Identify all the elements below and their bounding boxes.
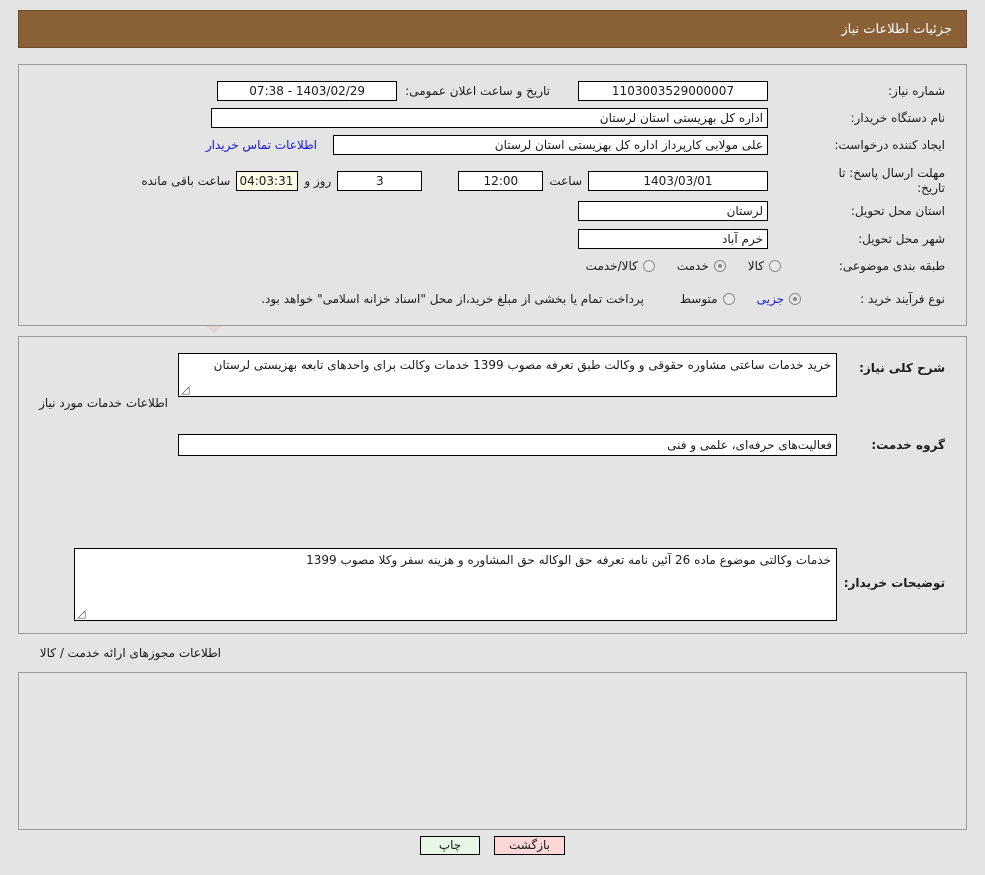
page-header-bar: جزئیات اطلاعات نیاز [18, 10, 967, 48]
category-label-goods: کالا [747, 259, 764, 273]
summary-text: خرید خدمات ساعتی مشاوره حقوقی و وکالت طب… [213, 358, 831, 372]
request-creator-field[interactable]: علی مولایی کارپرداز اداره کل بهزیستی است… [333, 135, 768, 155]
process-option-minor[interactable]: جزیی [757, 292, 801, 306]
province-label: استان محل تحویل: [850, 204, 945, 218]
back-button[interactable]: بازگشت [494, 836, 565, 855]
need-number-label: شماره نیاز: [888, 84, 945, 98]
deadline-time-field[interactable]: 12:00 [458, 171, 544, 191]
category-label-goods-service: کالا/خدمت [585, 259, 638, 273]
print-button[interactable]: چاپ [420, 836, 480, 855]
summary-row: شرح کلی نیاز: خرید خدمات ساعتی مشاوره حق… [178, 353, 945, 397]
summary-label: شرح کلی نیاز: [859, 361, 945, 375]
deadline-date-field[interactable]: 1403/03/01 [588, 171, 768, 191]
deadline-hour-label: ساعت [549, 174, 582, 188]
announce-datetime-row: تاریخ و ساعت اعلان عمومی: 1403/02/29 - 0… [217, 81, 550, 101]
remaining-days-field[interactable]: 3 [337, 171, 423, 191]
summary-textarea[interactable]: خرید خدمات ساعتی مشاوره حقوقی و وکالت طب… [178, 353, 837, 397]
buyer-notes-text: خدمات وکالتی موضوع ماده 26 آئین نامه تعر… [306, 553, 831, 567]
request-creator-row: ایجاد کننده درخواست: علی مولایی کارپرداز… [206, 135, 945, 155]
service-group-label: گروه خدمت: [871, 438, 945, 452]
category-label-service: خدمت [676, 259, 709, 273]
process-radio-minor[interactable] [789, 293, 801, 305]
city-label: شهر محل تحویل: [858, 232, 945, 246]
buyer-notes-label: توضیحات خریدار: [843, 576, 945, 590]
category-option-service[interactable]: خدمت [677, 259, 726, 273]
category-radio-service[interactable] [713, 260, 726, 272]
process-radio-medium[interactable] [722, 293, 735, 305]
province-field[interactable]: لرستان [578, 201, 768, 221]
need-number-row: شماره نیاز: 1103003529000007 [578, 81, 945, 101]
process-label: نوع فرآیند خرید : [860, 292, 945, 306]
permits-panel [18, 672, 967, 830]
category-radio-goods-service[interactable] [642, 260, 655, 272]
deadline-row: مهلت ارسال پاسخ: تا تاریخ: 1403/03/01 سا… [141, 166, 945, 196]
city-field[interactable]: خرم آباد [578, 229, 768, 249]
resize-grip-icon[interactable]: ◺ [181, 383, 192, 396]
category-option-goods[interactable]: کالا [748, 259, 781, 273]
buyer-org-row: نام دستگاه خریدار: اداره کل بهزیستی استا… [211, 108, 945, 128]
buyer-notes-textarea[interactable]: خدمات وکالتی موضوع ماده 26 آئین نامه تعر… [74, 548, 837, 621]
city-row: شهر محل تحویل: خرم آباد [578, 229, 945, 249]
announce-datetime-label: تاریخ و ساعت اعلان عمومی: [405, 84, 550, 98]
remaining-hours-label: ساعت باقی مانده [141, 174, 231, 188]
buyer-contact-link[interactable]: اطلاعات تماس خریدار [206, 138, 317, 152]
service-group-field[interactable]: فعالیت‌های حرفه‌ای، علمی و فنی [178, 434, 837, 456]
process-label-medium: متوسط [679, 292, 718, 306]
countdown-field[interactable]: 04:03:31 [236, 171, 299, 191]
need-number-field[interactable]: 1103003529000007 [578, 81, 768, 101]
page-title: جزئیات اطلاعات نیاز [841, 21, 952, 37]
resize-grip-icon-notes[interactable]: ◺ [77, 607, 88, 620]
remaining-days-label: روز و [304, 174, 332, 188]
province-row: استان محل تحویل: لرستان [578, 201, 945, 221]
services-heading: اطلاعات خدمات مورد نیاز [39, 396, 168, 410]
process-option-medium[interactable]: متوسط [680, 292, 735, 306]
request-creator-label: ایجاد کننده درخواست: [834, 138, 945, 152]
process-note: پرداخت تمام یا بخشی از مبلغ خرید،از محل … [261, 292, 644, 306]
process-row: نوع فرآیند خرید : جزیی متوسط پرداخت تمام… [261, 292, 945, 306]
process-label-minor: جزیی [756, 292, 784, 306]
permits-heading: اطلاعات مجوزهای ارائه خدمت / کالا [39, 646, 221, 660]
category-row: طبقه بندی موضوعی: کالا خدمت کالا/خدمت [564, 259, 945, 273]
category-option-goods-service[interactable]: کالا/خدمت [586, 259, 655, 273]
buyer-org-field[interactable]: اداره کل بهزیستی استان لرستان [211, 108, 768, 128]
page-root: AriaTender.net جزئیات اطلاعات نیاز شماره… [0, 0, 985, 875]
buyer-org-label: نام دستگاه خریدار: [850, 111, 946, 125]
announce-datetime-field[interactable]: 1403/02/29 - 07:38 [217, 81, 398, 101]
deadline-label: مهلت ارسال پاسخ: تا تاریخ: [838, 166, 945, 195]
footer-actions: بازگشت چاپ [0, 836, 985, 855]
category-label: طبقه بندی موضوعی: [838, 259, 945, 273]
service-group-row: گروه خدمت: فعالیت‌های حرفه‌ای، علمی و فن… [178, 434, 945, 456]
category-radio-goods[interactable] [769, 260, 781, 272]
buyer-notes-row: توضیحات خریدار: خدمات وکالتی موضوع ماده … [74, 548, 945, 621]
